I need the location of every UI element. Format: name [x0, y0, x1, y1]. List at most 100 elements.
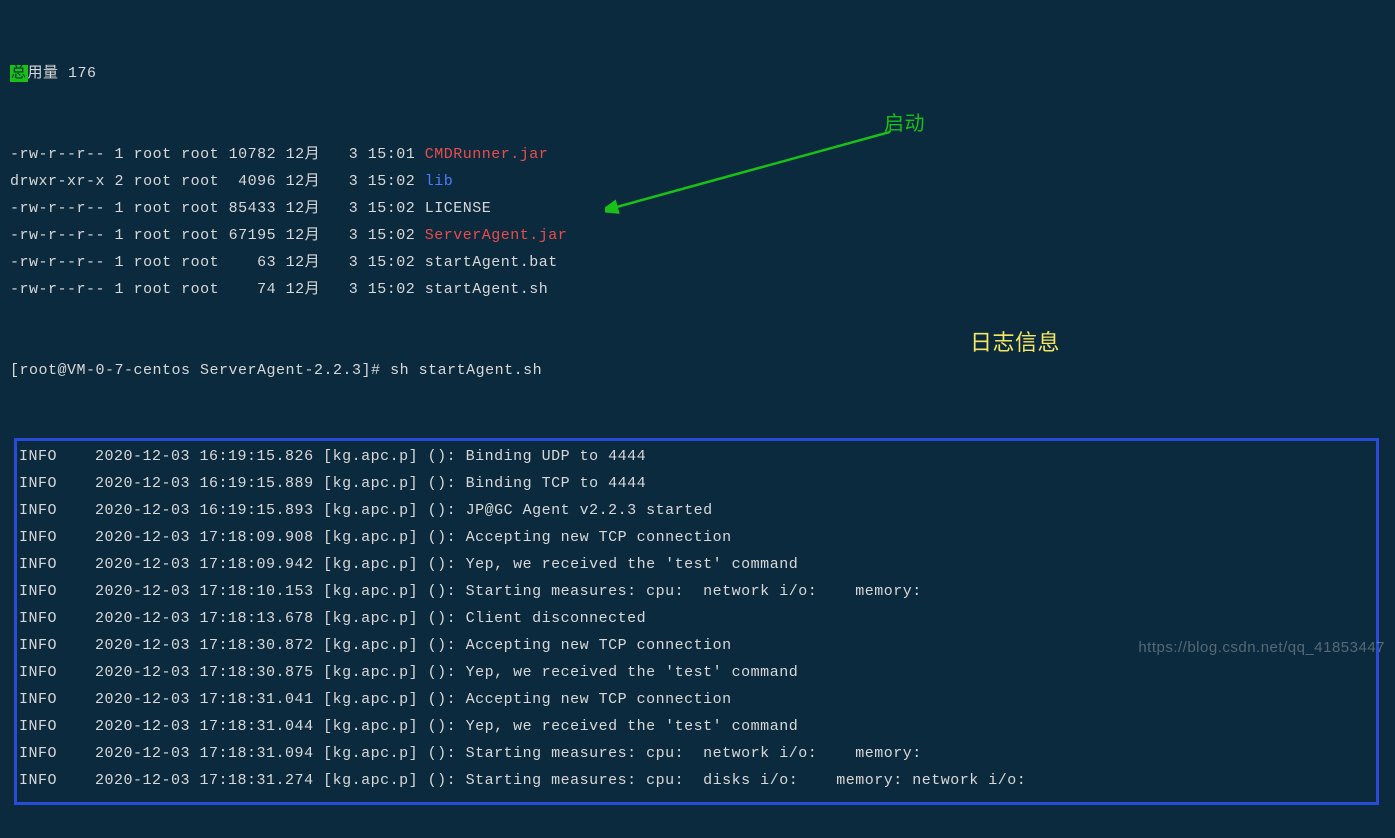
log-source: [kg.apc.p] (): [323, 664, 456, 681]
log-message: Accepting new TCP connection [466, 529, 732, 546]
file-month: 12月 [286, 227, 321, 244]
file-links: 2 [115, 173, 125, 190]
log-line: INFO 2020-12-03 17:18:31.094 [kg.apc.p] … [17, 740, 1376, 767]
log-message: Starting measures: cpu: network i/o: mem… [466, 583, 922, 600]
file-group: root [181, 254, 219, 271]
log-level: INFO [19, 664, 57, 681]
log-message: Starting measures: cpu: disks i/o: memor… [466, 772, 1027, 789]
file-owner: root [134, 281, 172, 298]
log-message: Accepting new TCP connection [466, 691, 732, 708]
file-links: 1 [115, 254, 125, 271]
log-level: INFO [19, 448, 57, 465]
prompt-line: [root@VM-0-7-centos ServerAgent-2.2.3]# … [10, 357, 1385, 384]
log-timestamp: 2020-12-03 17:18:09.908 [95, 529, 314, 546]
shell-command: sh startAgent.sh [390, 362, 542, 379]
log-timestamp: 2020-12-03 17:18:09.942 [95, 556, 314, 573]
file-row: -rw-r--r-- 1 root root 67195 12月 3 15:02… [10, 222, 1385, 249]
log-source: [kg.apc.p] (): [323, 691, 456, 708]
file-row: drwxr-xr-x 2 root root 4096 12月 3 15:02 … [10, 168, 1385, 195]
file-perms: -rw-r--r-- [10, 254, 105, 271]
log-level: INFO [19, 691, 57, 708]
log-timestamp: 2020-12-03 16:19:15.889 [95, 475, 314, 492]
file-month: 12月 [286, 200, 321, 217]
log-level: INFO [19, 475, 57, 492]
file-group: root [181, 146, 219, 163]
log-message: Yep, we received the 'test' command [466, 664, 799, 681]
log-level: INFO [19, 556, 57, 573]
log-source: [kg.apc.p] (): [323, 637, 456, 654]
log-source: [kg.apc.p] (): [323, 745, 456, 762]
file-name: LICENSE [425, 200, 492, 217]
file-size: 67195 [229, 227, 277, 244]
file-owner: root [134, 227, 172, 244]
terminal-output[interactable]: 总用量 176 -rw-r--r-- 1 root root 10782 12月… [0, 0, 1395, 838]
log-timestamp: 2020-12-03 17:18:10.153 [95, 583, 314, 600]
file-perms: drwxr-xr-x [10, 173, 105, 190]
log-level: INFO [19, 583, 57, 600]
file-day: 3 [339, 281, 358, 298]
file-row: -rw-r--r-- 1 root root 63 12月 3 15:02 st… [10, 249, 1385, 276]
file-time: 15:02 [368, 227, 416, 244]
log-line: INFO 2020-12-03 16:19:15.889 [kg.apc.p] … [17, 470, 1376, 497]
file-time: 15:02 [368, 200, 416, 217]
file-group: root [181, 200, 219, 217]
file-links: 1 [115, 227, 125, 244]
file-owner: root [134, 173, 172, 190]
file-day: 3 [339, 173, 358, 190]
file-size: 85433 [229, 200, 277, 217]
total-line: 总用量 176 [10, 60, 1385, 87]
log-line: INFO 2020-12-03 17:18:30.875 [kg.apc.p] … [17, 659, 1376, 686]
log-line: INFO 2020-12-03 17:18:13.678 [kg.apc.p] … [17, 605, 1376, 632]
log-source: [kg.apc.p] (): [323, 556, 456, 573]
watermark-text: https://blog.csdn.net/qq_41853447 [1138, 639, 1385, 656]
log-timestamp: 2020-12-03 17:18:30.875 [95, 664, 314, 681]
file-perms: -rw-r--r-- [10, 200, 105, 217]
log-message: JP@GC Agent v2.2.3 started [466, 502, 713, 519]
total-value: 176 [68, 65, 97, 82]
file-name: startAgent.bat [425, 254, 558, 271]
file-name: CMDRunner.jar [425, 146, 549, 163]
file-name: startAgent.sh [425, 281, 549, 298]
file-owner: root [134, 254, 172, 271]
file-listing: -rw-r--r-- 1 root root 10782 12月 3 15:01… [10, 141, 1385, 303]
file-row: -rw-r--r-- 1 root root 85433 12月 3 15:02… [10, 195, 1385, 222]
log-line: INFO 2020-12-03 16:19:15.826 [kg.apc.p] … [17, 443, 1376, 470]
log-timestamp: 2020-12-03 17:18:13.678 [95, 610, 314, 627]
annotation-log-label: 日志信息 [970, 325, 1060, 357]
log-source: [kg.apc.p] (): [323, 448, 456, 465]
log-source: [kg.apc.p] (): [323, 583, 456, 600]
file-day: 3 [339, 146, 358, 163]
file-group: root [181, 227, 219, 244]
log-level: INFO [19, 772, 57, 789]
file-row: -rw-r--r-- 1 root root 74 12月 3 15:02 st… [10, 276, 1385, 303]
file-size: 10782 [229, 146, 277, 163]
file-month: 12月 [286, 254, 321, 271]
file-owner: root [134, 146, 172, 163]
log-level: INFO [19, 529, 57, 546]
log-source: [kg.apc.p] (): [323, 502, 456, 519]
log-message: Client disconnected [466, 610, 647, 627]
file-row: -rw-r--r-- 1 root root 10782 12月 3 15:01… [10, 141, 1385, 168]
log-message: Binding UDP to 4444 [466, 448, 647, 465]
log-source: [kg.apc.p] (): [323, 475, 456, 492]
file-size: 63 [229, 254, 277, 271]
log-source: [kg.apc.p] (): [323, 610, 456, 627]
file-links: 1 [115, 281, 125, 298]
file-owner: root [134, 200, 172, 217]
file-perms: -rw-r--r-- [10, 227, 105, 244]
log-source: [kg.apc.p] (): [323, 529, 456, 546]
file-group: root [181, 281, 219, 298]
log-timestamp: 2020-12-03 17:18:31.044 [95, 718, 314, 735]
file-perms: -rw-r--r-- [10, 281, 105, 298]
log-line: INFO 2020-12-03 17:18:09.942 [kg.apc.p] … [17, 551, 1376, 578]
file-month: 12月 [286, 146, 321, 163]
log-timestamp: 2020-12-03 17:18:31.094 [95, 745, 314, 762]
file-name: lib [425, 173, 454, 190]
file-time: 15:02 [368, 281, 416, 298]
file-time: 15:02 [368, 254, 416, 271]
log-timestamp: 2020-12-03 16:19:15.826 [95, 448, 314, 465]
file-day: 3 [339, 200, 358, 217]
log-line: INFO 2020-12-03 17:18:31.041 [kg.apc.p] … [17, 686, 1376, 713]
log-timestamp: 2020-12-03 17:18:30.872 [95, 637, 314, 654]
log-timestamp: 2020-12-03 17:18:31.274 [95, 772, 314, 789]
